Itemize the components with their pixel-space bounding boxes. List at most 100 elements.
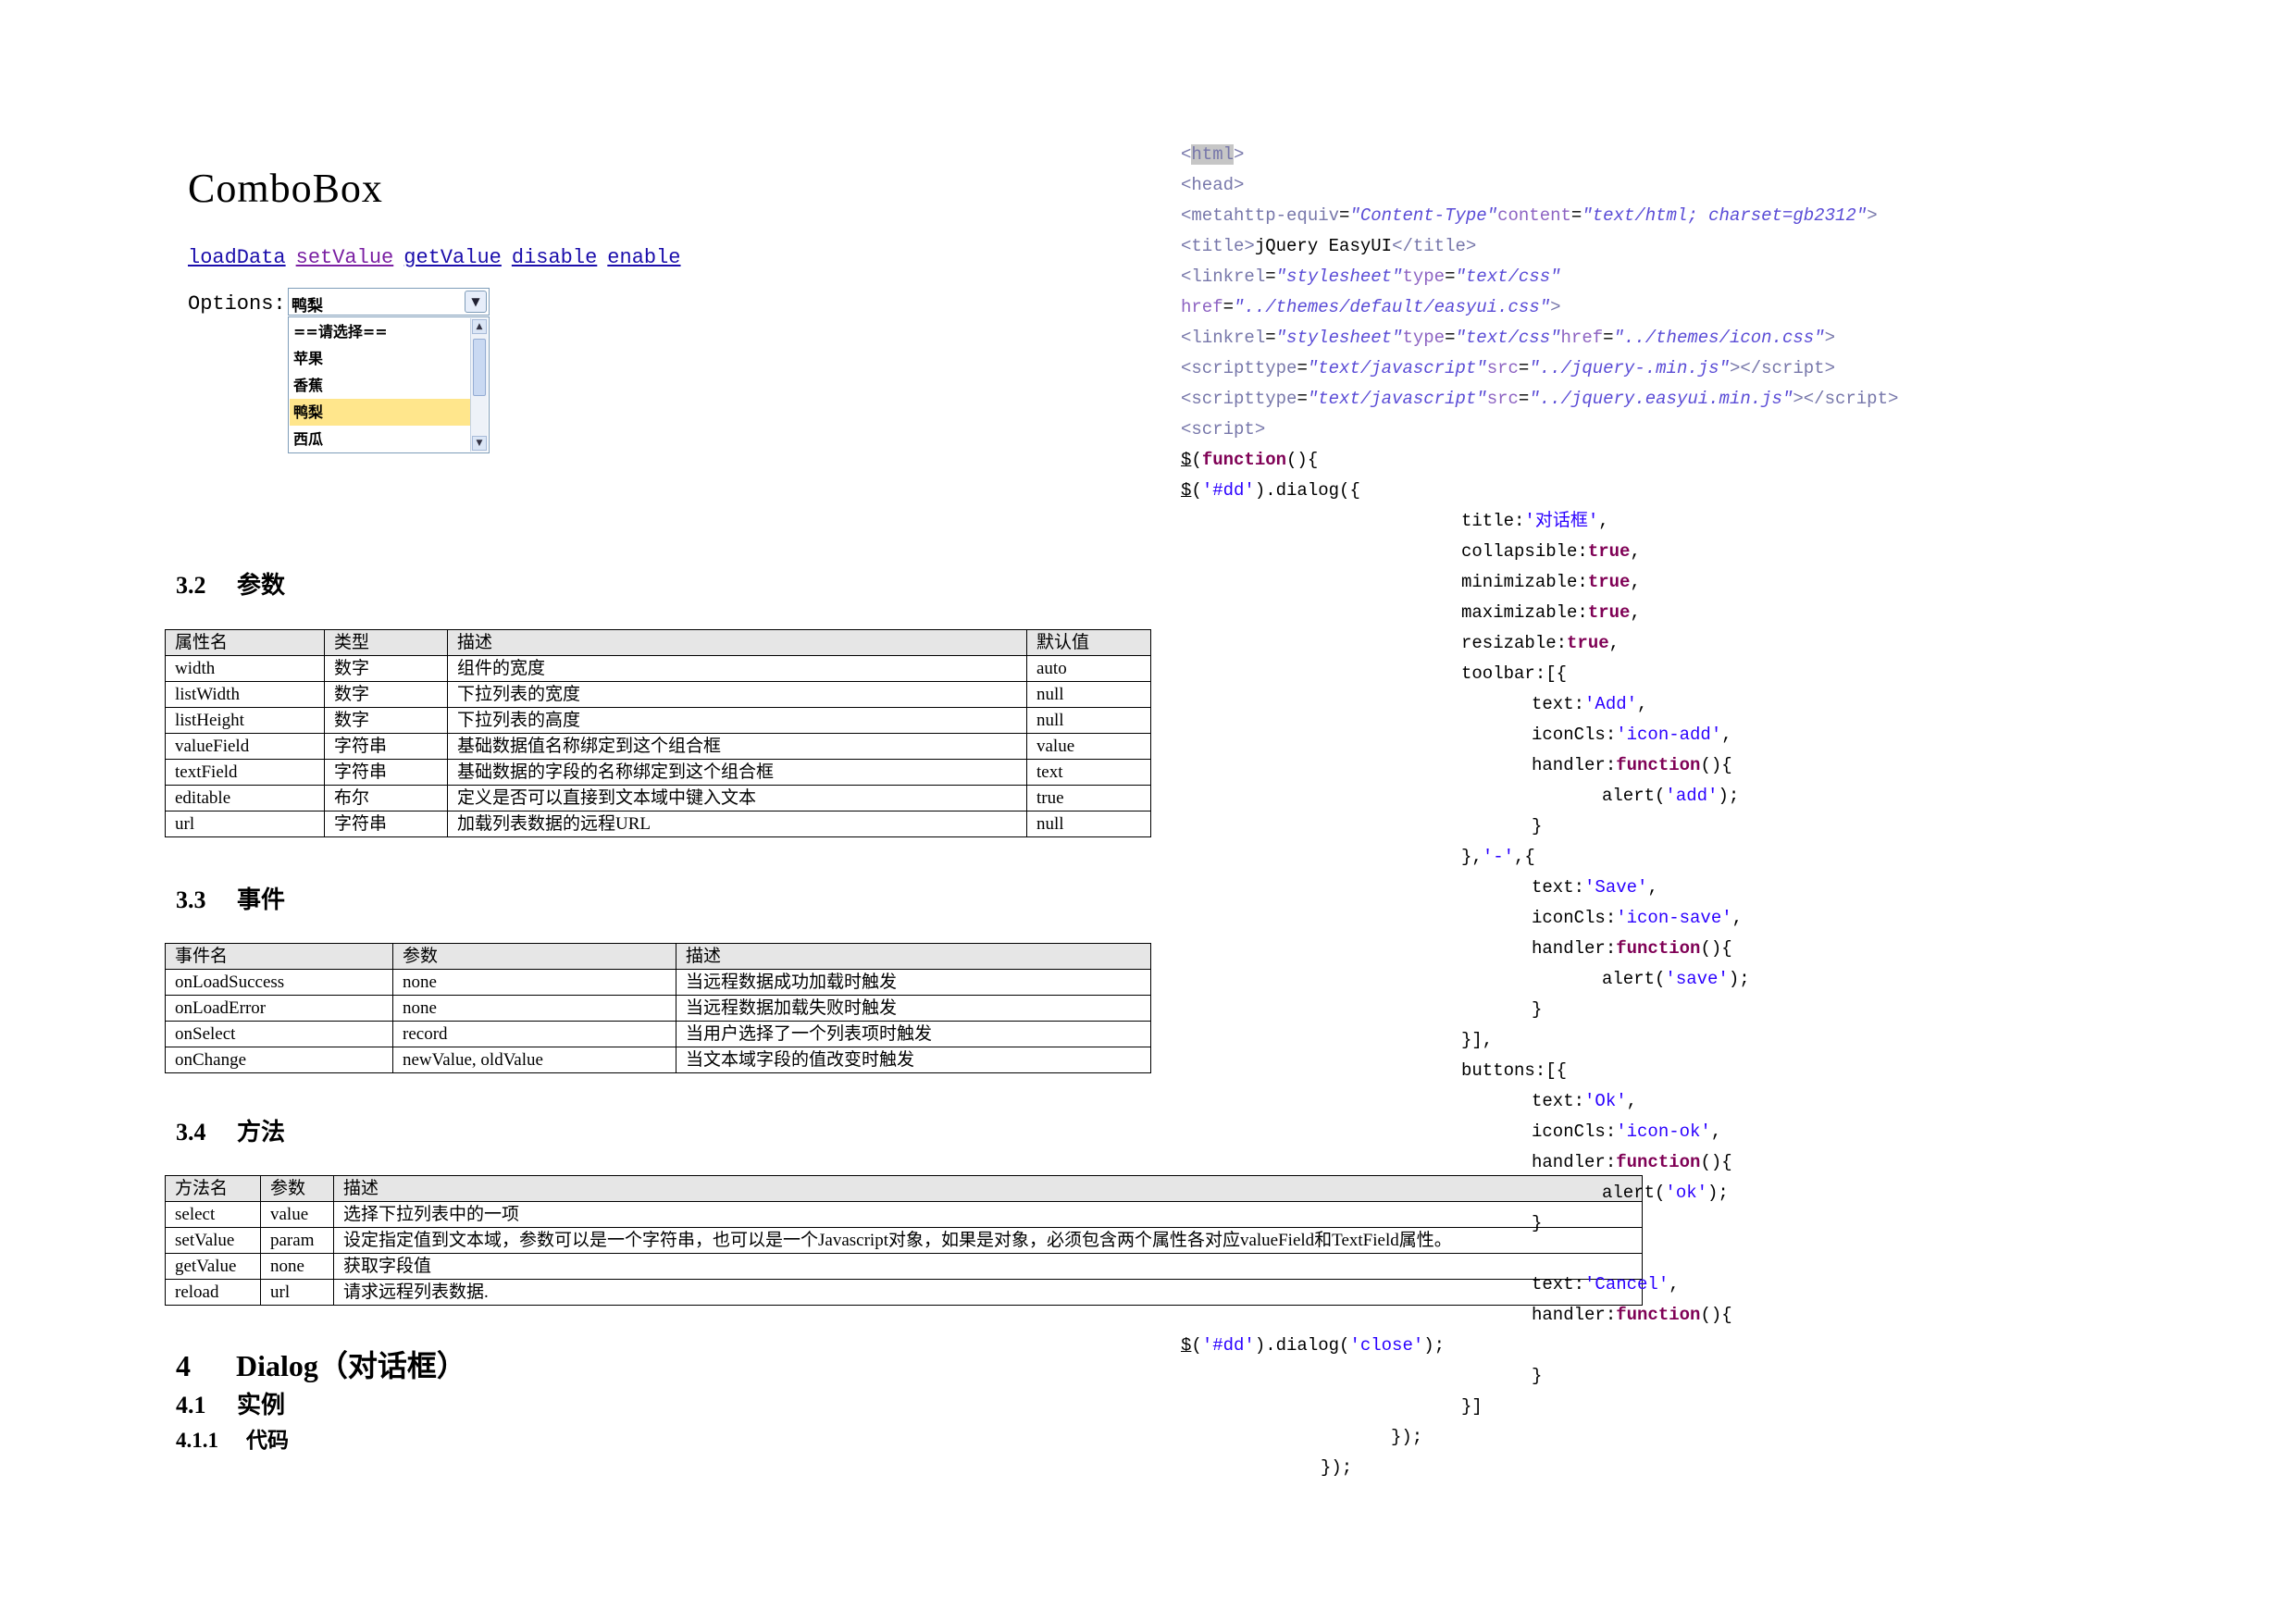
column-header: 描述 xyxy=(333,1175,1643,1202)
table-cell: 数字 xyxy=(324,655,448,682)
code-line: }] xyxy=(1461,1396,1483,1417)
table-cell: 字符串 xyxy=(324,733,448,760)
column-header: 参数 xyxy=(392,943,676,970)
table-cell: text xyxy=(1026,759,1151,786)
scrollbar[interactable]: ▲ ▼ xyxy=(470,318,488,452)
link-getvalue[interactable]: getValue xyxy=(403,246,502,269)
code-line: text:'Ok', xyxy=(1532,1091,1638,1111)
table-header-row: 事件名 参数 描述 xyxy=(165,943,1151,970)
code-line: <html> xyxy=(1181,144,1245,165)
section-heading-3-3: 3.3 事件 xyxy=(176,886,286,913)
code-line: handler:function(){ xyxy=(1532,938,1732,959)
code-line: toolbar:[{ xyxy=(1461,663,1568,684)
table-row: onSelect record 当用户选择了一个列表项时触发 xyxy=(165,1021,1151,1047)
code-line: <linkrel="stylesheet"type="text/css" xyxy=(1181,266,1561,287)
code-line: } xyxy=(1532,1366,1543,1386)
code-line: } xyxy=(1532,816,1543,836)
section-heading-3-2: 3.2 参数 xyxy=(176,572,286,599)
link-setvalue[interactable]: setValue xyxy=(296,246,394,269)
table-cell: onLoadError xyxy=(165,995,393,1022)
table-cell: 下拉列表的高度 xyxy=(447,707,1027,734)
code-line: },'-',{ xyxy=(1461,847,1535,867)
table-row: width 数字 组件的宽度 auto xyxy=(165,655,1151,682)
list-item[interactable]: ==请选择== xyxy=(290,318,471,345)
section-heading-3-4: 3.4 方法 xyxy=(176,1119,286,1146)
table-header-row: 方法名 参数 描述 xyxy=(165,1175,1643,1202)
code-line: title:'对话框', xyxy=(1461,511,1609,531)
table-cell: null xyxy=(1026,811,1151,837)
table-cell: newValue, oldValue xyxy=(392,1047,676,1073)
table-cell: listWidth xyxy=(165,681,325,708)
table-row: textField 字符串 基础数据的字段的名称绑定到这个组合框 text xyxy=(165,759,1151,786)
code-line: handler:function(){ xyxy=(1532,1305,1732,1325)
table-row: reload url 请求远程列表数据. xyxy=(165,1279,1643,1306)
scroll-up-icon[interactable]: ▲ xyxy=(472,319,487,334)
code-line: alert('save'); xyxy=(1602,969,1750,989)
combobox-selected-value[interactable]: 鸭梨 xyxy=(292,292,323,316)
table-row: editable 布尔 定义是否可以直接到文本域中键入文本 true xyxy=(165,785,1151,812)
options-combobox[interactable]: 鸭梨 ▼ xyxy=(288,288,490,316)
table-cell: 基础数据的字段的名称绑定到这个组合框 xyxy=(447,759,1027,786)
table-cell: true xyxy=(1026,785,1151,812)
table-cell: url xyxy=(165,811,325,837)
table-cell: textField xyxy=(165,759,325,786)
section-heading-4-1: 4.1 实例 xyxy=(176,1392,286,1419)
code-line: } xyxy=(1532,999,1543,1020)
code-line: handler:function(){ xyxy=(1532,1152,1732,1172)
section-heading-4-1-1: 4.1.1 代码 xyxy=(176,1429,289,1452)
code-line: <head> xyxy=(1181,175,1245,195)
combobox-title: ComboBox xyxy=(188,166,383,211)
scrollbar-thumb[interactable] xyxy=(473,339,486,396)
code-line: $('#dd').dialog({ xyxy=(1181,480,1360,501)
table-cell: null xyxy=(1026,707,1151,734)
code-line: buttons:[{ xyxy=(1461,1060,1568,1081)
link-disable[interactable]: disable xyxy=(512,246,597,269)
table-cell: none xyxy=(392,995,676,1022)
table-cell: 当用户选择了一个列表项时触发 xyxy=(676,1021,1151,1047)
table-cell: valueField xyxy=(165,733,325,760)
code-line: text:'Cancel', xyxy=(1532,1274,1680,1295)
code-line: }); xyxy=(1321,1457,1353,1478)
table-row: select value 选择下拉列表中的一项 xyxy=(165,1201,1643,1228)
scroll-down-icon[interactable]: ▼ xyxy=(472,436,487,451)
code-line: iconCls:'icon-add', xyxy=(1532,725,1732,745)
code-line: <linkrel="stylesheet"type="text/css"href… xyxy=(1181,328,1835,348)
table-cell: select xyxy=(165,1201,261,1228)
table-cell: param xyxy=(260,1227,334,1254)
column-header: 方法名 xyxy=(165,1175,261,1202)
list-item[interactable]: 苹果 xyxy=(290,345,471,372)
table-row: onLoadError none 当远程数据加载失败时触发 xyxy=(165,995,1151,1022)
table-header-row: 属性名 类型 描述 默认值 xyxy=(165,629,1151,656)
table-cell: value xyxy=(1026,733,1151,760)
code-line: minimizable:true, xyxy=(1461,572,1641,592)
table-cell: 基础数据值名称绑定到这个组合框 xyxy=(447,733,1027,760)
code-line: $(function(){ xyxy=(1181,450,1319,470)
section-heading-4: 4 Dialog（对话框） xyxy=(176,1349,466,1382)
combobox-dropdown-list[interactable]: ==请选择== 苹果 香蕉 鸭梨 西瓜 ▲ ▼ xyxy=(288,316,490,453)
link-enable[interactable]: enable xyxy=(607,246,680,269)
table-cell: 组件的宽度 xyxy=(447,655,1027,682)
table-cell: getValue xyxy=(165,1253,261,1280)
table-cell: 当远程数据成功加载时触发 xyxy=(676,969,1151,996)
code-line: }); xyxy=(1391,1427,1423,1447)
code-line: iconCls:'icon-save', xyxy=(1532,908,1744,928)
column-header: 描述 xyxy=(447,629,1027,656)
params-table: 属性名 类型 描述 默认值 width 数字 组件的宽度 auto listWidth… xyxy=(165,629,1151,837)
code-line: }], xyxy=(1461,1030,1494,1050)
table-cell: 定义是否可以直接到文本域中键入文本 xyxy=(447,785,1027,812)
table-cell: 数字 xyxy=(324,707,448,734)
list-item-selected[interactable]: 鸭梨 xyxy=(290,399,471,426)
table-row: valueField 字符串 基础数据值名称绑定到这个组合框 value xyxy=(165,733,1151,760)
list-item[interactable]: 香蕉 xyxy=(290,372,471,399)
list-item[interactable]: 西瓜 xyxy=(290,426,471,452)
code-line: maximizable:true, xyxy=(1461,602,1641,623)
code-line: text:'Save', xyxy=(1532,877,1658,898)
link-loaddata[interactable]: loadData xyxy=(188,246,286,269)
table-cell: 获取字段值 xyxy=(333,1253,1643,1280)
table-cell: 选择下拉列表中的一项 xyxy=(333,1201,1643,1228)
table-cell: 设定指定值到文本域，参数可以是一个字符串，也可以是一个Javascript对象，… xyxy=(333,1227,1643,1254)
column-header: 描述 xyxy=(676,943,1151,970)
table-row: onLoadSuccess none 当远程数据成功加载时触发 xyxy=(165,969,1151,996)
table-cell: 布尔 xyxy=(324,785,448,812)
chevron-down-icon[interactable]: ▼ xyxy=(465,291,487,313)
